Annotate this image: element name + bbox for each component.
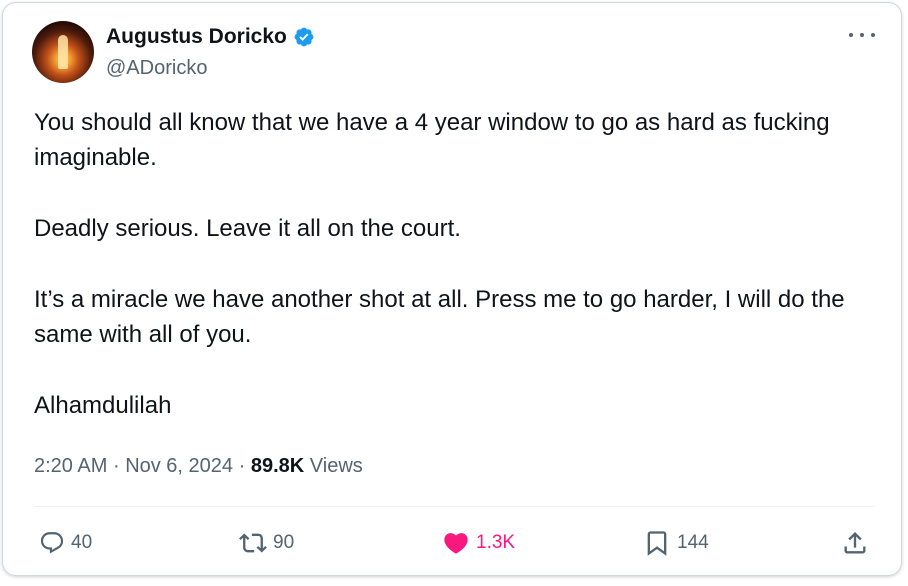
verified-badge-icon: [294, 27, 314, 47]
share-button[interactable]: [841, 523, 869, 563]
tweet-date[interactable]: Nov 6, 2024: [125, 455, 233, 477]
bookmark-icon: [647, 531, 667, 556]
bookmark-count: 144: [677, 532, 709, 553]
bookmark-button[interactable]: 144: [643, 523, 709, 563]
action-bar: 40 90 1.3K 144: [3, 523, 903, 563]
reply-button[interactable]: 40: [39, 523, 92, 563]
tweet-meta: 2:20 AM · Nov 6, 2024 · 89.8K Views: [34, 455, 363, 478]
retweet-icon: [239, 533, 267, 553]
reply-count: 40: [71, 532, 93, 553]
tweet-paragraph: You should all know that we have a 4 yea…: [34, 109, 830, 171]
views-label: Views: [309, 455, 363, 477]
tweet-text: You should all know that we have a 4 yea…: [34, 105, 879, 423]
tweet-paragraph: Alhamdulilah: [34, 392, 172, 419]
tweet-card: Augustus Doricko @ADoricko You should al…: [2, 2, 902, 576]
tweet-paragraph: Deadly serious. Leave it all on the cour…: [34, 215, 461, 242]
retweet-button[interactable]: 90: [239, 523, 294, 563]
avatar[interactable]: [32, 21, 94, 83]
avatar-figure: [58, 35, 68, 69]
retweet-count: 90: [273, 532, 295, 553]
share-icon: [844, 532, 866, 554]
like-button[interactable]: 1.3K: [442, 523, 515, 563]
tweet-time[interactable]: 2:20 AM: [34, 455, 107, 477]
heart-icon: [444, 533, 468, 554]
like-count: 1.3K: [476, 532, 516, 553]
more-options-icon[interactable]: [849, 25, 875, 45]
author-display-name[interactable]: Augustus Doricko: [106, 25, 287, 49]
reply-icon: [40, 532, 64, 554]
tweet-paragraph: It’s a miracle we have another shot at a…: [34, 286, 845, 348]
meta-separator: ·: [112, 455, 120, 477]
author-name-row: Augustus Doricko: [106, 25, 315, 49]
meta-separator: ·: [238, 455, 246, 477]
views-count: 89.8K: [250, 455, 305, 477]
divider: [34, 506, 875, 507]
author-handle[interactable]: @ADoricko: [106, 57, 207, 80]
